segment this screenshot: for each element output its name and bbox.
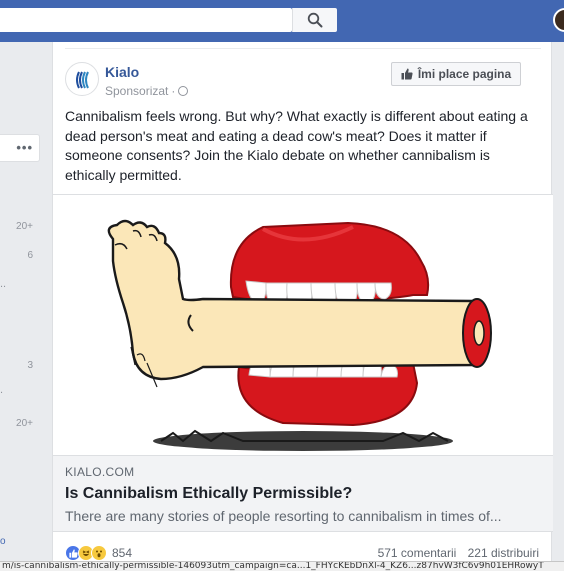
like-page-button[interactable]: Îmi place pagina: [391, 62, 521, 86]
post-body-text: Cannibalism feels wrong. But why? What e…: [65, 108, 528, 183]
reactions-count: 854: [112, 546, 133, 560]
browser-status-bar: m/is-cannibalism-ethically-permissible-1…: [0, 561, 564, 571]
link-domain: KIALO.COM: [65, 465, 135, 479]
divider: [65, 48, 541, 49]
notification-count: 20+: [16, 418, 33, 429]
truncated-link[interactable]: o: [0, 536, 6, 547]
comments-count-link[interactable]: 571 comentarii: [378, 546, 457, 560]
sponsored-post: Kialo Sponsorizat · Îmi place pagina Can…: [52, 42, 553, 571]
truncated-text: .: [0, 384, 4, 396]
shares-count-link[interactable]: 221 distribuiri: [468, 546, 539, 560]
search-input[interactable]: [0, 8, 292, 32]
like-page-label: Îmi place pagina: [417, 67, 512, 81]
top-navigation-bar: [0, 0, 564, 42]
globe-icon: [178, 86, 189, 96]
link-title[interactable]: Is Cannibalism Ethically Permissible?: [65, 485, 352, 503]
kialo-logo-icon: [76, 71, 89, 89]
truncated-text: ..: [0, 278, 7, 290]
thumbs-up-icon: [401, 68, 413, 80]
page-name-link[interactable]: Kialo: [105, 64, 139, 80]
sponsored-label[interactable]: Sponsorizat ·: [105, 84, 189, 98]
left-sidebar: ••• 20+ 6 .. 3 . 20+ o: [0, 42, 40, 571]
search-button[interactable]: [292, 8, 337, 32]
notification-count: 20+: [16, 221, 33, 232]
link-preview[interactable]: KIALO.COM Is Cannibalism Ethically Permi…: [53, 455, 553, 532]
reactions-summary[interactable]: 854: [65, 545, 132, 561]
post-image[interactable]: [53, 194, 553, 455]
notification-count: 3: [27, 360, 33, 371]
separator-dot: ·: [171, 84, 176, 98]
more-options-label: •••: [16, 140, 33, 155]
cannibalism-illustration: [107, 219, 492, 451]
wow-icon: [91, 545, 107, 561]
sponsored-text: Sponsorizat: [105, 84, 169, 98]
user-avatar[interactable]: [553, 8, 564, 32]
link-description: There are many stories of people resorti…: [65, 508, 502, 524]
more-options-button[interactable]: •••: [0, 134, 40, 162]
status-url: m/is-cannibalism-ethically-permissible-1…: [2, 561, 544, 571]
search-icon: [307, 12, 323, 28]
notification-count: 6: [27, 250, 33, 261]
engagement-stats: 571 comentarii 221 distribuiri: [378, 546, 539, 560]
page-logo[interactable]: [65, 62, 99, 96]
